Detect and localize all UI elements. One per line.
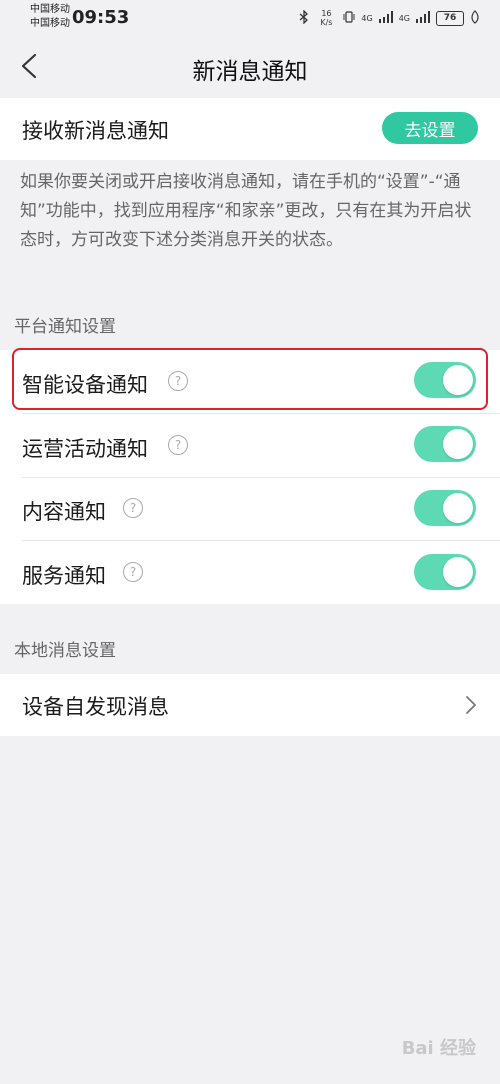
divider xyxy=(22,477,500,478)
help-icon[interactable]: ? xyxy=(168,435,188,455)
content-notification-toggle[interactable] xyxy=(414,490,476,526)
signal-icon-2 xyxy=(416,10,430,26)
receive-notification-row: 接收新消息通知 去设置 xyxy=(0,98,500,160)
go-settings-button[interactable]: 去设置 xyxy=(382,112,478,144)
net-speed: 16 K/s xyxy=(320,9,333,27)
platform-section-header: 平台通知设置 xyxy=(14,317,116,337)
carrier-label-1: 中国移动 xyxy=(30,4,70,15)
device-discovery-label: 设备自发现消息 xyxy=(22,695,169,719)
signal-label-1: 4G xyxy=(361,13,373,23)
divider xyxy=(22,540,500,541)
toggle-knob xyxy=(443,493,473,523)
chevron-right-icon xyxy=(466,696,476,714)
toggle-knob xyxy=(443,429,473,459)
watermark: Bai 经验 xyxy=(401,1038,476,1059)
leaf-icon xyxy=(470,9,480,27)
service-notification-label: 服务通知 xyxy=(22,564,106,588)
service-notification-toggle[interactable] xyxy=(414,554,476,590)
signal-label-2: 4G xyxy=(398,13,410,23)
nav-bar: 新消息通知 xyxy=(0,36,500,98)
battery-icon: 76 xyxy=(436,10,464,26)
marketing-notification-label: 运营活动通知 xyxy=(22,437,148,461)
divider xyxy=(22,413,500,414)
signal-icon-1 xyxy=(378,10,393,26)
bluetooth-icon xyxy=(299,8,309,27)
notification-description: 如果你要关闭或开启接收消息通知，请在手机的“设置”-“通知”功能中，找到应用程序… xyxy=(20,172,472,250)
highlight-box xyxy=(12,348,488,410)
status-time: 09:53 xyxy=(72,7,130,28)
vibrate-icon xyxy=(343,10,355,27)
status-bar: 中国移动 中国移动 09:53 16 K/s 4G 4G 76 xyxy=(0,0,500,36)
device-discovery-row[interactable]: 设备自发现消息 xyxy=(0,674,500,736)
help-icon[interactable]: ? xyxy=(123,562,143,582)
toggle-knob xyxy=(443,557,473,587)
status-icons: 16 K/s 4G 4G 76 xyxy=(299,8,480,28)
content-notification-label: 内容通知 xyxy=(22,500,106,524)
help-icon[interactable]: ? xyxy=(123,498,143,518)
page-title: 新消息通知 xyxy=(192,59,308,85)
marketing-notification-toggle[interactable] xyxy=(414,426,476,462)
receive-notification-label: 接收新消息通知 xyxy=(22,119,169,143)
carrier-label-2: 中国移动 xyxy=(30,18,70,29)
local-section-header: 本地消息设置 xyxy=(14,641,116,661)
